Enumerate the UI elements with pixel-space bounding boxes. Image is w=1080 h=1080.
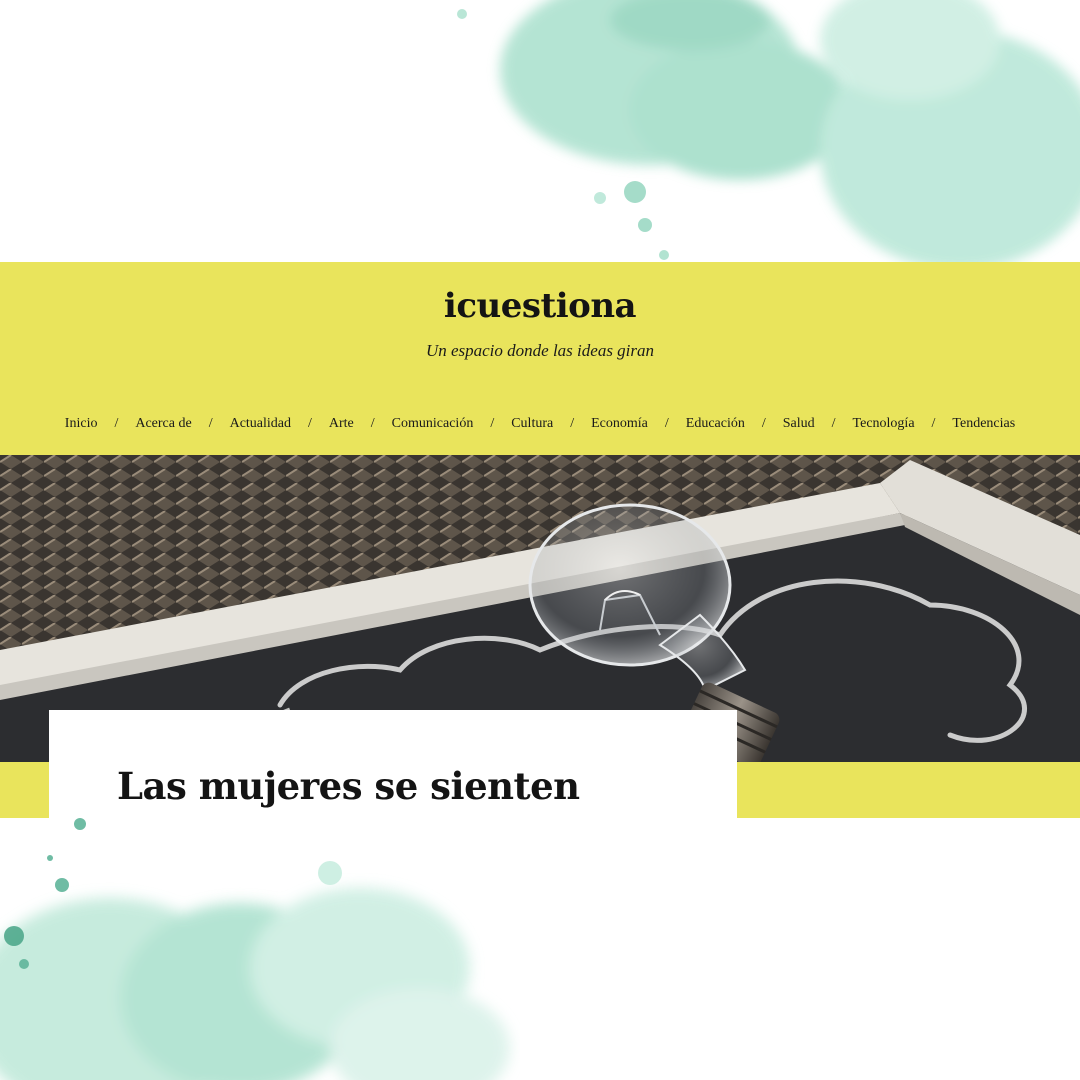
nav-item-educacion[interactable]: Educación xyxy=(686,416,745,432)
nav-separator: / xyxy=(490,416,495,431)
nav-separator: / xyxy=(308,416,312,431)
watercolor-decoration-top xyxy=(440,0,1080,262)
nav-item-comunicacion[interactable]: Comunicación xyxy=(392,416,474,432)
nav-item-tecnologia[interactable]: Tecnología xyxy=(853,416,915,432)
nav-separator: / xyxy=(370,416,375,431)
nav-item-cultura[interactable]: Cultura xyxy=(511,416,553,432)
nav-item-arte[interactable]: Arte xyxy=(329,416,354,432)
nav-item-acerca-de[interactable]: Acerca de xyxy=(135,416,191,432)
nav-separator: / xyxy=(208,416,213,431)
nav-separator: / xyxy=(664,416,669,431)
site-tagline: Un espacio donde las ideas giran xyxy=(425,341,655,360)
nav-separator: / xyxy=(831,416,836,431)
nav-separator: / xyxy=(114,416,119,431)
nav-separator: / xyxy=(931,416,936,431)
site-title[interactable]: icuestiona xyxy=(0,286,1080,326)
nav-item-actualidad[interactable]: Actualidad xyxy=(230,416,291,432)
nav-item-tendencias[interactable]: Tendencias xyxy=(952,416,1015,432)
nav-item-salud[interactable]: Salud xyxy=(783,416,815,432)
watercolor-decoration-bottom xyxy=(0,818,520,1080)
post-title[interactable]: Las mujeres se sienten xyxy=(117,764,737,808)
main-navigation: Inicio / Acerca de / Actualidad / Arte / Comunic… xyxy=(0,414,1080,434)
nav-item-economia[interactable]: Economía xyxy=(591,416,648,432)
nav-separator: / xyxy=(761,416,766,431)
nav-item-inicio[interactable]: Inicio xyxy=(65,416,98,432)
nav-separator: / xyxy=(570,416,575,431)
